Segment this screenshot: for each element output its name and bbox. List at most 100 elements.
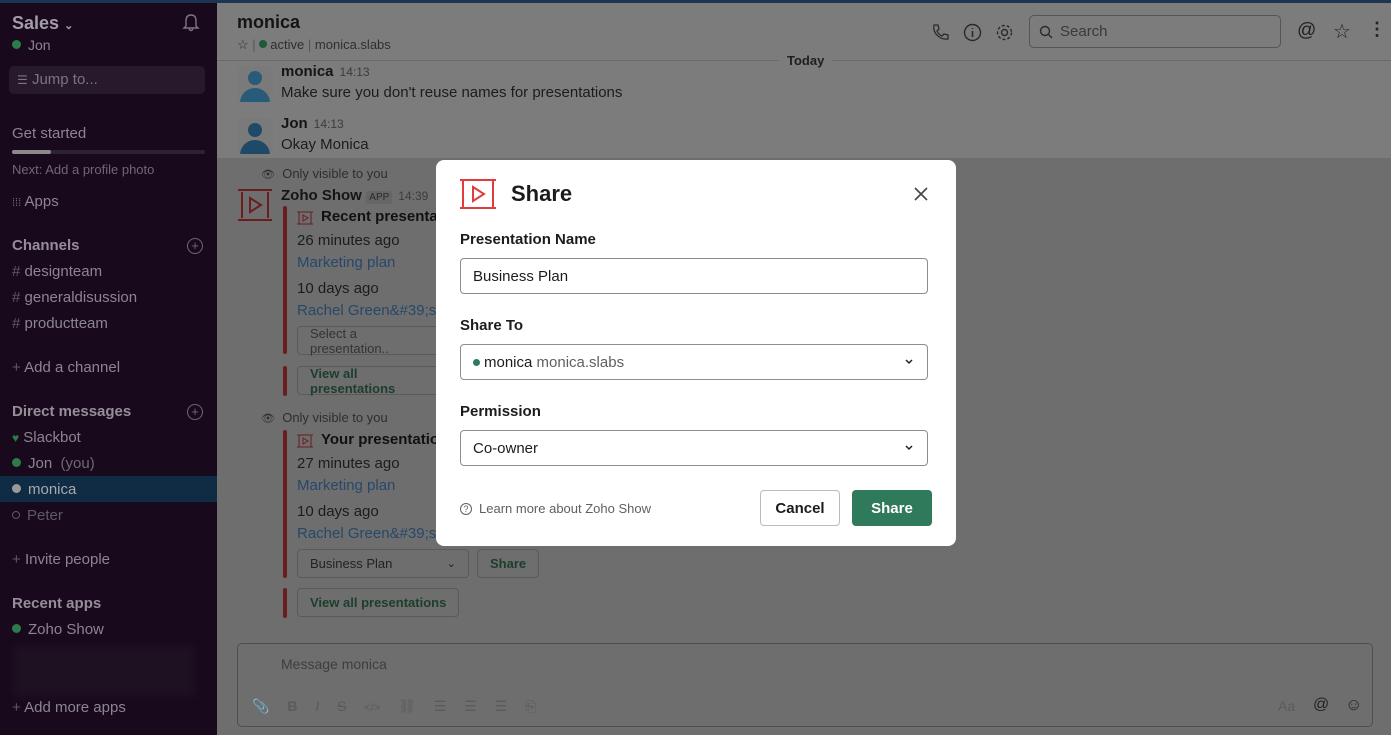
channel-title[interactable]: monica	[237, 12, 300, 33]
app-badge: APP	[366, 191, 393, 204]
invite-people-link[interactable]: + Invite people	[12, 551, 110, 568]
share-dialog: Share Presentation Name Business Plan Sh…	[436, 160, 956, 546]
italic-icon[interactable]: I	[315, 698, 319, 714]
sidebar-item-designteam[interactable]: # designteam	[12, 263, 102, 280]
apps-link[interactable]: ⁞⁞⁞ Apps	[12, 193, 59, 210]
chevron-down-icon	[905, 445, 913, 451]
sidebar-item-peter[interactable]: Peter	[12, 507, 63, 524]
sidebar-item-jon[interactable]: Jon (you)	[12, 455, 95, 472]
add-channel-label: Add a channel	[24, 359, 121, 376]
view-all-button[interactable]: View all presentations	[297, 366, 447, 396]
bullet-list-icon[interactable]: ☰	[464, 698, 477, 714]
permission-select[interactable]: Co-owner	[460, 430, 928, 466]
share-button[interactable]: Share	[477, 549, 540, 578]
presentation-link[interactable]: Rachel Green&#39;s	[297, 525, 436, 542]
eye-icon: 👁	[261, 169, 275, 181]
presentation-icon	[297, 434, 313, 448]
sidebar-item-zoho-show[interactable]: Zoho Show	[12, 621, 104, 638]
emoji-icon[interactable]: ☺	[1345, 695, 1362, 715]
sender-name[interactable]: Zoho Show	[281, 187, 362, 204]
jump-icon: ☰	[17, 73, 28, 87]
timestamp[interactable]: 14:13	[314, 117, 344, 131]
gear-icon[interactable]	[995, 23, 1014, 42]
sender-name[interactable]: Jon	[281, 115, 308, 132]
jump-to-input[interactable]: ☰ Jump to...	[9, 66, 205, 94]
cancel-button[interactable]: Cancel	[760, 490, 840, 526]
learn-more-link[interactable]: ? Learn more about Zoho Show	[460, 501, 651, 516]
get-started-label[interactable]: Get started	[12, 125, 86, 142]
presentation-time: 26 minutes ago	[297, 232, 400, 249]
mentions-icon[interactable]: @	[1297, 20, 1316, 42]
mention-icon[interactable]: @	[1313, 696, 1329, 714]
search-input[interactable]: Search	[1029, 15, 1281, 48]
chevron-down-icon: ⌄	[64, 20, 74, 32]
message-header: monica 14:13	[281, 63, 370, 81]
sidebar-item-slackbot[interactable]: ♥ Slackbot	[12, 429, 81, 446]
bell-icon[interactable]	[181, 13, 201, 33]
code-icon[interactable]: </>	[364, 702, 380, 714]
presence-icon	[12, 624, 21, 633]
link-icon[interactable]: ⛓	[398, 698, 416, 714]
message-header: Zoho Show APP 14:39	[281, 187, 428, 205]
strike-icon[interactable]: S	[337, 698, 346, 714]
presentation-link[interactable]: Marketing plan	[297, 477, 395, 494]
current-user[interactable]: Jon	[12, 37, 51, 53]
presentation-select[interactable]: Business Plan ⌄	[297, 549, 469, 578]
sender-name[interactable]: monica	[281, 63, 334, 80]
jump-placeholder: Jump to...	[31, 71, 98, 88]
next-step[interactable]: Next: Add a profile photo	[12, 162, 154, 177]
search-placeholder: Search	[1060, 23, 1108, 40]
sidebar-item-monica[interactable]: monica	[0, 476, 217, 502]
channels-header[interactable]: Channels	[12, 237, 80, 254]
view-all-button[interactable]: View all presentations	[297, 588, 460, 617]
presence-icon	[12, 40, 21, 49]
presentation-name-input[interactable]: Business Plan	[460, 258, 928, 294]
channel-label: designteam	[24, 263, 103, 280]
close-icon[interactable]	[914, 187, 928, 201]
dm-suffix: (you)	[60, 455, 95, 472]
workspace-menu[interactable]: Sales ⌄	[12, 13, 73, 34]
share-to-select[interactable]: monica monica.slabs	[460, 344, 928, 380]
star-icon[interactable]: ☆	[237, 37, 249, 52]
format-toggle[interactable]: Aa	[1278, 698, 1295, 714]
share-submit-button[interactable]: Share	[852, 490, 932, 526]
channel-label: productteam	[24, 315, 108, 332]
dm-header[interactable]: Direct messages	[12, 403, 131, 420]
invite-label: Invite people	[24, 551, 111, 568]
ordered-list-icon[interactable]: ☰	[434, 698, 447, 714]
zoho-show-logo[interactable]	[237, 188, 273, 222]
timestamp[interactable]: 14:39	[398, 189, 428, 203]
presentation-link[interactable]: Marketing plan	[297, 254, 395, 271]
add-channel-link[interactable]: + Add a channel	[12, 359, 120, 376]
code-block-icon[interactable]: ⎘	[525, 698, 536, 714]
quote-icon[interactable]: ☰	[495, 698, 508, 714]
phone-icon[interactable]	[931, 23, 949, 41]
dm-label: Slackbot	[23, 429, 81, 446]
grid-icon: ⁞⁞⁞	[12, 197, 22, 209]
star-icon[interactable]: ☆	[1333, 19, 1351, 44]
permission-label: Permission	[460, 403, 541, 420]
info-icon[interactable]	[963, 23, 982, 42]
chevron-down-icon: ⌄	[446, 558, 456, 570]
help-icon: ?	[460, 502, 472, 515]
formatting-toolbar: 📎 B I S </> ⛓ ☰ ☰ ☰ ⎘	[252, 698, 536, 715]
message-composer[interactable]: Message monica 📎 B I S </> ⛓ ☰ ☰ ☰ ⎘ Aa …	[237, 643, 1373, 727]
channel-meta: ☆ | active | monica.slabs	[237, 37, 391, 52]
select-value: Co-owner	[473, 439, 539, 457]
presentation-link[interactable]: Rachel Green&#39;s	[297, 302, 436, 319]
day-divider: Today	[779, 53, 833, 68]
recipient-name: monica	[484, 353, 533, 371]
more-icon[interactable]: ⋮	[1368, 19, 1386, 40]
bold-icon[interactable]: B	[287, 698, 297, 714]
timestamp[interactable]: 14:13	[340, 65, 370, 79]
avatar[interactable]	[237, 66, 273, 102]
add-channel-icon[interactable]: +	[187, 238, 203, 254]
add-apps-link[interactable]: + Add more apps	[12, 699, 126, 716]
sidebar-item-productteam[interactable]: # productteam	[12, 315, 108, 332]
attach-icon[interactable]: 📎	[252, 698, 269, 714]
dm-label: Jon	[28, 455, 53, 472]
presentation-select[interactable]: Select a presentation..	[297, 326, 447, 356]
sidebar-item-generaldisussion[interactable]: # generaldisussion	[12, 289, 137, 306]
avatar[interactable]	[237, 118, 273, 154]
add-dm-icon[interactable]: +	[187, 404, 203, 420]
